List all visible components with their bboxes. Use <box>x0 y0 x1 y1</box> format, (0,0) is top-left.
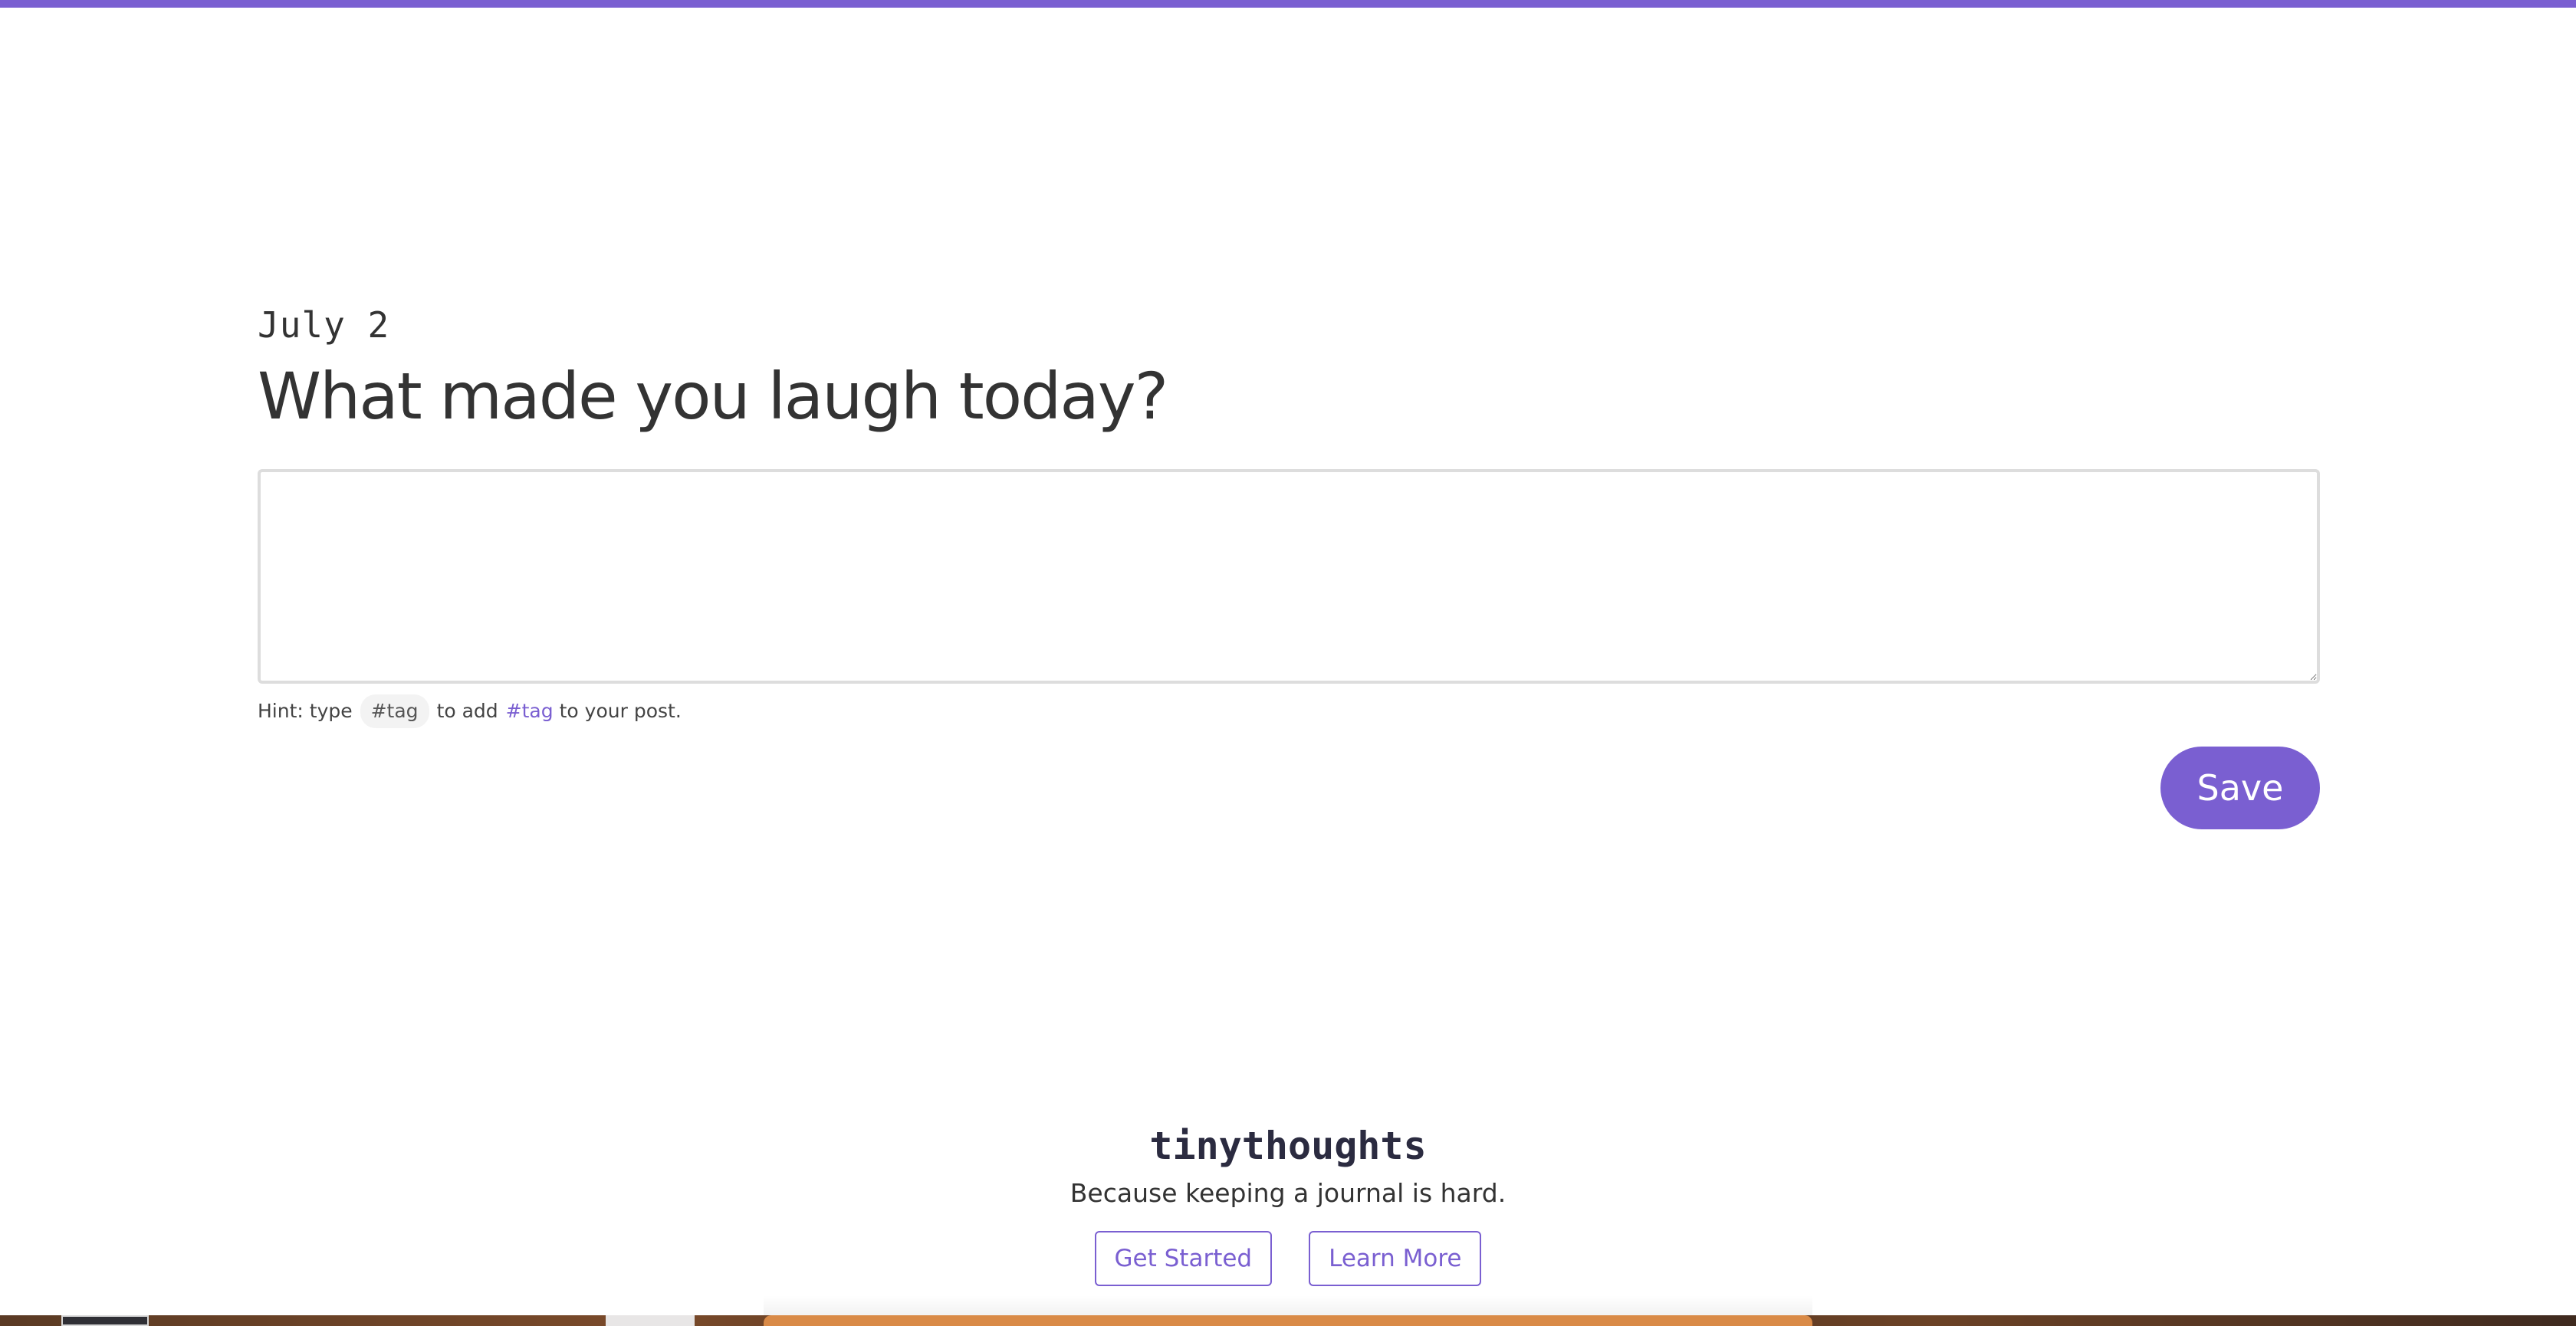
journal-entry: July 2 What made you laugh today? Hint: … <box>258 304 2320 839</box>
entry-textarea[interactable] <box>258 469 2320 684</box>
tag-hint: Hint: type #tag to add #tag to your post… <box>258 694 2320 728</box>
brand-tagline: Because keeping a journal is hard. <box>1070 1178 1506 1208</box>
hint-tag-chip: #tag <box>360 694 429 728</box>
bottom-thumbnail <box>606 1315 695 1326</box>
save-button[interactable]: Save <box>2160 747 2320 829</box>
entry-prompt: What made you laugh today? <box>258 359 1168 434</box>
hint-prefix: Hint: type <box>258 700 353 722</box>
save-row: Save <box>258 747 2320 839</box>
hint-middle: to add <box>436 700 498 722</box>
top-accent-bar <box>0 0 2576 8</box>
hint-tag-link[interactable]: #tag <box>506 694 554 728</box>
entry-date: July 2 <box>258 304 390 346</box>
site-footer: tinythoughts Because keeping a journal i… <box>0 1119 2576 1286</box>
hint-suffix: to your post. <box>559 700 682 722</box>
brand-logo: tinythoughts <box>1149 1124 1427 1168</box>
get-started-button[interactable]: Get Started <box>1094 1231 1273 1286</box>
learn-more-button[interactable]: Learn More <box>1309 1231 1482 1286</box>
bottom-thumbnail <box>61 1315 149 1326</box>
bottom-preview-card <box>764 1315 1812 1326</box>
bottom-card-shadow <box>764 1295 1812 1315</box>
footer-actions: Get Started Learn More <box>0 1231 2576 1286</box>
